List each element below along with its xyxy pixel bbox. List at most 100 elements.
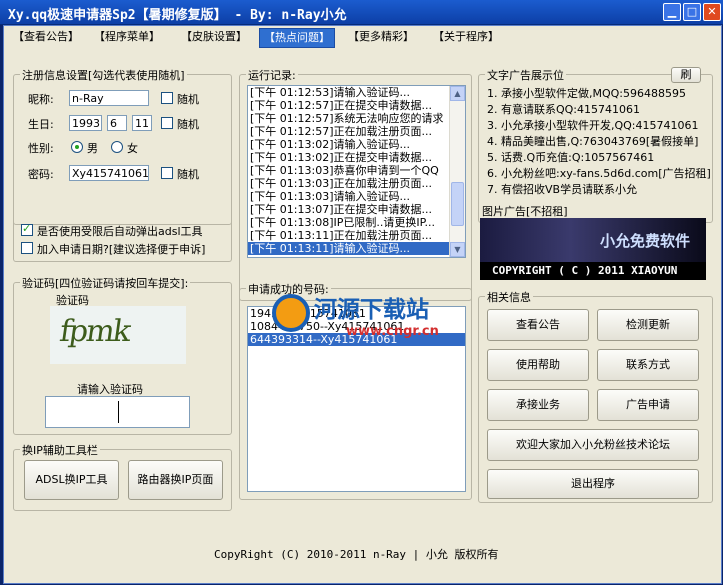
ip-tools-group: 换IP辅助工具栏 ADSL换IP工具 路由器换IP页面 xyxy=(13,442,232,511)
captcha-group: 验证码[四位验证码请按回车提交]: 验证码 fpmk 请输入验证码 xyxy=(13,275,232,435)
view-notice-button[interactable]: 查看公告 xyxy=(487,309,589,341)
title-bar[interactable]: Xy.qq极速申请器Sp2【暑期修复版】 - By: n-Ray小允 ▁ □ ✕ xyxy=(0,0,723,25)
log-line[interactable]: [下午 01:12:53]请输入验证码... xyxy=(248,86,465,99)
gender-female-label: 女 xyxy=(127,142,138,155)
ad-apply-button[interactable]: 广告申请 xyxy=(597,389,699,421)
check-update-button[interactable]: 检测更新 xyxy=(597,309,699,341)
business-button[interactable]: 承接业务 xyxy=(487,389,589,421)
log-line[interactable]: [下午 01:13:02]正在提交申请数据... xyxy=(248,151,465,164)
password-input[interactable]: Xy415741061 xyxy=(69,165,149,181)
log-line[interactable]: [下午 01:13:02]请输入验证码... xyxy=(248,138,465,151)
watermark-name: 河源下载站 xyxy=(314,297,429,323)
adsl-ip-button[interactable]: ADSL换IP工具 xyxy=(24,460,119,500)
refresh-button[interactable]: 刷 xyxy=(671,67,701,83)
nickname-label: 昵称: xyxy=(28,93,54,106)
banner-title: 小允免费软件 xyxy=(600,232,691,250)
menu-program[interactable]: 【程序菜单】 xyxy=(90,28,164,46)
text-cursor xyxy=(118,401,119,423)
log-line[interactable]: [下午 01:13:03]恭喜你申请到一个QQ xyxy=(248,164,465,177)
image-ad-group: 图片广告[不招租] 小允免费软件 COPYRIGHT ( C ) 2011 XI… xyxy=(478,203,711,281)
captcha-group-title: 验证码[四位验证码请按回车提交]: xyxy=(20,275,191,291)
log-group-title: 运行记录: xyxy=(246,67,298,83)
captcha-input[interactable] xyxy=(45,396,190,428)
birthday-random-checkbox[interactable] xyxy=(161,117,173,129)
related-group-title: 相关信息 xyxy=(485,289,533,305)
text-ad-line[interactable]: 3. 小允承接小型软件开发,QQ:415741061 xyxy=(487,117,699,133)
text-ad-line[interactable]: 5. 话费.Q币充值:Q:1057567461 xyxy=(487,149,654,165)
captcha-text: fpmk xyxy=(57,314,132,349)
log-line[interactable]: [下午 01:13:11]请输入验证码... xyxy=(248,242,465,255)
birth-day-input[interactable]: 11 xyxy=(132,115,152,131)
menu-about[interactable]: 【关于程序】 xyxy=(429,28,503,46)
birthday-label: 生日: xyxy=(28,118,54,131)
log-line[interactable]: [下午 01:13:03]请输入验证码... xyxy=(248,190,465,203)
log-line[interactable]: [下午 01:12:57]正在加载注册页面... xyxy=(248,125,465,138)
add-date-label: 加入申请日期?[建议选择便于申诉] xyxy=(37,243,206,256)
window-title: Xy.qq极速申请器Sp2【暑期修复版】 - By: n-Ray小允 xyxy=(8,8,347,23)
log-scrollbar[interactable]: ▲ ▼ xyxy=(449,86,465,257)
registration-group-title: 注册信息设置[勾选代表使用随机] xyxy=(20,67,187,83)
close-icon[interactable]: ✕ xyxy=(703,3,721,21)
gender-label: 性别: xyxy=(28,142,54,155)
watermark-logo-icon xyxy=(272,294,310,332)
contact-button[interactable]: 联系方式 xyxy=(597,349,699,381)
password-label: 密码: xyxy=(28,168,54,181)
gender-male-label: 男 xyxy=(87,142,98,155)
gender-male-radio[interactable] xyxy=(71,141,83,153)
text-ad-line[interactable]: 7. 有偿招收VB学员请联系小允 xyxy=(487,181,637,197)
banner-copyright: COPYRIGHT ( C ) 2011 XIAOYUN xyxy=(492,264,678,277)
nickname-input[interactable]: n-Ray xyxy=(69,90,149,106)
image-ad-banner[interactable]: 小允免费软件 COPYRIGHT ( C ) 2011 XIAOYUN xyxy=(480,218,706,280)
password-random-checkbox[interactable] xyxy=(161,167,173,179)
log-line[interactable]: [下午 01:12:57]正在提交申请数据... xyxy=(248,99,465,112)
birth-month-input[interactable]: 6 xyxy=(107,115,127,131)
scroll-down-icon[interactable]: ▼ xyxy=(450,242,465,257)
footer-copyright: CopyRight (C) 2010-2011 n-Ray | 小允 版权所有 xyxy=(214,548,499,561)
menu-view-notice[interactable]: 【查看公告】 xyxy=(9,28,83,46)
menu-more[interactable]: 【更多精彩】 xyxy=(344,28,418,46)
scroll-up-icon[interactable]: ▲ xyxy=(450,86,465,101)
captcha-input-label: 请输入验证码 xyxy=(77,383,143,396)
maximize-icon[interactable]: □ xyxy=(683,3,701,21)
main-window: 【查看公告】 【程序菜单】 【皮肤设置】 【热点问题】 【更多精彩】 【关于程序… xyxy=(3,25,722,584)
add-date-checkbox[interactable] xyxy=(21,242,33,254)
auto-popup-checkbox[interactable] xyxy=(21,222,33,236)
nickname-random-checkbox[interactable] xyxy=(161,92,173,104)
log-listbox[interactable]: [下午 01:12:53]请输入验证码... [下午 01:12:57]正在提交申… xyxy=(247,85,466,258)
registration-group: 注册信息设置[勾选代表使用随机] 昵称: n-Ray 随机 生日: 1993 6… xyxy=(13,67,232,225)
image-ad-group-title: 图片广告[不招租] xyxy=(480,203,570,219)
text-ad-line[interactable]: 1. 承接小型软件定做,MQQ:596488595 xyxy=(487,85,686,101)
ip-tools-group-title: 换IP辅助工具栏 xyxy=(20,442,100,458)
log-line[interactable]: [下午 01:12:57]系统无法响应您的请求 xyxy=(248,112,465,125)
gender-female-radio[interactable] xyxy=(111,141,123,153)
text-ad-line[interactable]: 6. 小允粉丝吧:xy-fans.5d6d.com[广告招租] xyxy=(487,165,711,181)
nickname-random-label: 随机 xyxy=(177,93,199,106)
menu-hot-issues[interactable]: 【热点问题】 xyxy=(259,28,335,48)
site-watermark: 河源下载站 www.cngr.cn xyxy=(266,288,481,348)
log-line[interactable]: [下午 01:13:03]正在加载注册页面... xyxy=(248,177,465,190)
log-line[interactable]: [下午 01:13:07]正在提交申请数据... xyxy=(248,203,465,216)
birthday-random-label: 随机 xyxy=(177,118,199,131)
password-random-label: 随机 xyxy=(177,168,199,181)
watermark-url: www.cngr.cn xyxy=(346,324,439,339)
text-ads-group-title: 文字广告展示位 xyxy=(485,67,566,83)
related-group: 相关信息 查看公告 检测更新 使用帮助 联系方式 承接业务 广告申请 欢迎大家加… xyxy=(478,289,713,503)
help-button[interactable]: 使用帮助 xyxy=(487,349,589,381)
log-line[interactable]: [下午 01:13:08]IP已限制..请更换IP... xyxy=(248,216,465,229)
scroll-thumb[interactable] xyxy=(451,182,464,226)
auto-popup-label: 是否使用受限后自动弹出adsl工具 xyxy=(37,225,203,238)
minimize-icon[interactable]: ▁ xyxy=(663,3,681,21)
menu-skin[interactable]: 【皮肤设置】 xyxy=(177,28,251,46)
options-group: 是否使用受限后自动弹出adsl工具 加入申请日期?[建议选择便于申诉] xyxy=(13,213,232,262)
forum-button[interactable]: 欢迎大家加入小允粉丝技术论坛 xyxy=(487,429,699,461)
text-ad-line[interactable]: 4. 精品美瞳出售,Q:763043769[暑假接单] xyxy=(487,133,698,149)
birth-year-input[interactable]: 1993 xyxy=(69,115,102,131)
text-ad-line[interactable]: 2. 有意请联系QQ:415741061 xyxy=(487,101,640,117)
captcha-image: fpmk xyxy=(50,306,186,364)
router-ip-button[interactable]: 路由器换IP页面 xyxy=(128,460,223,500)
exit-button[interactable]: 退出程序 xyxy=(487,469,699,499)
log-line[interactable]: [下午 01:13:11]正在加载注册页面... xyxy=(248,229,465,242)
text-ads-group: 文字广告展示位 刷 1. 承接小型软件定做,MQQ:596488595 2. 有意… xyxy=(478,67,713,223)
log-lines: [下午 01:12:53]请输入验证码... [下午 01:12:57]正在提交申… xyxy=(248,86,465,255)
log-group: 运行记录: [下午 01:12:53]请输入验证码... [下午 01:12:57… xyxy=(239,67,472,301)
